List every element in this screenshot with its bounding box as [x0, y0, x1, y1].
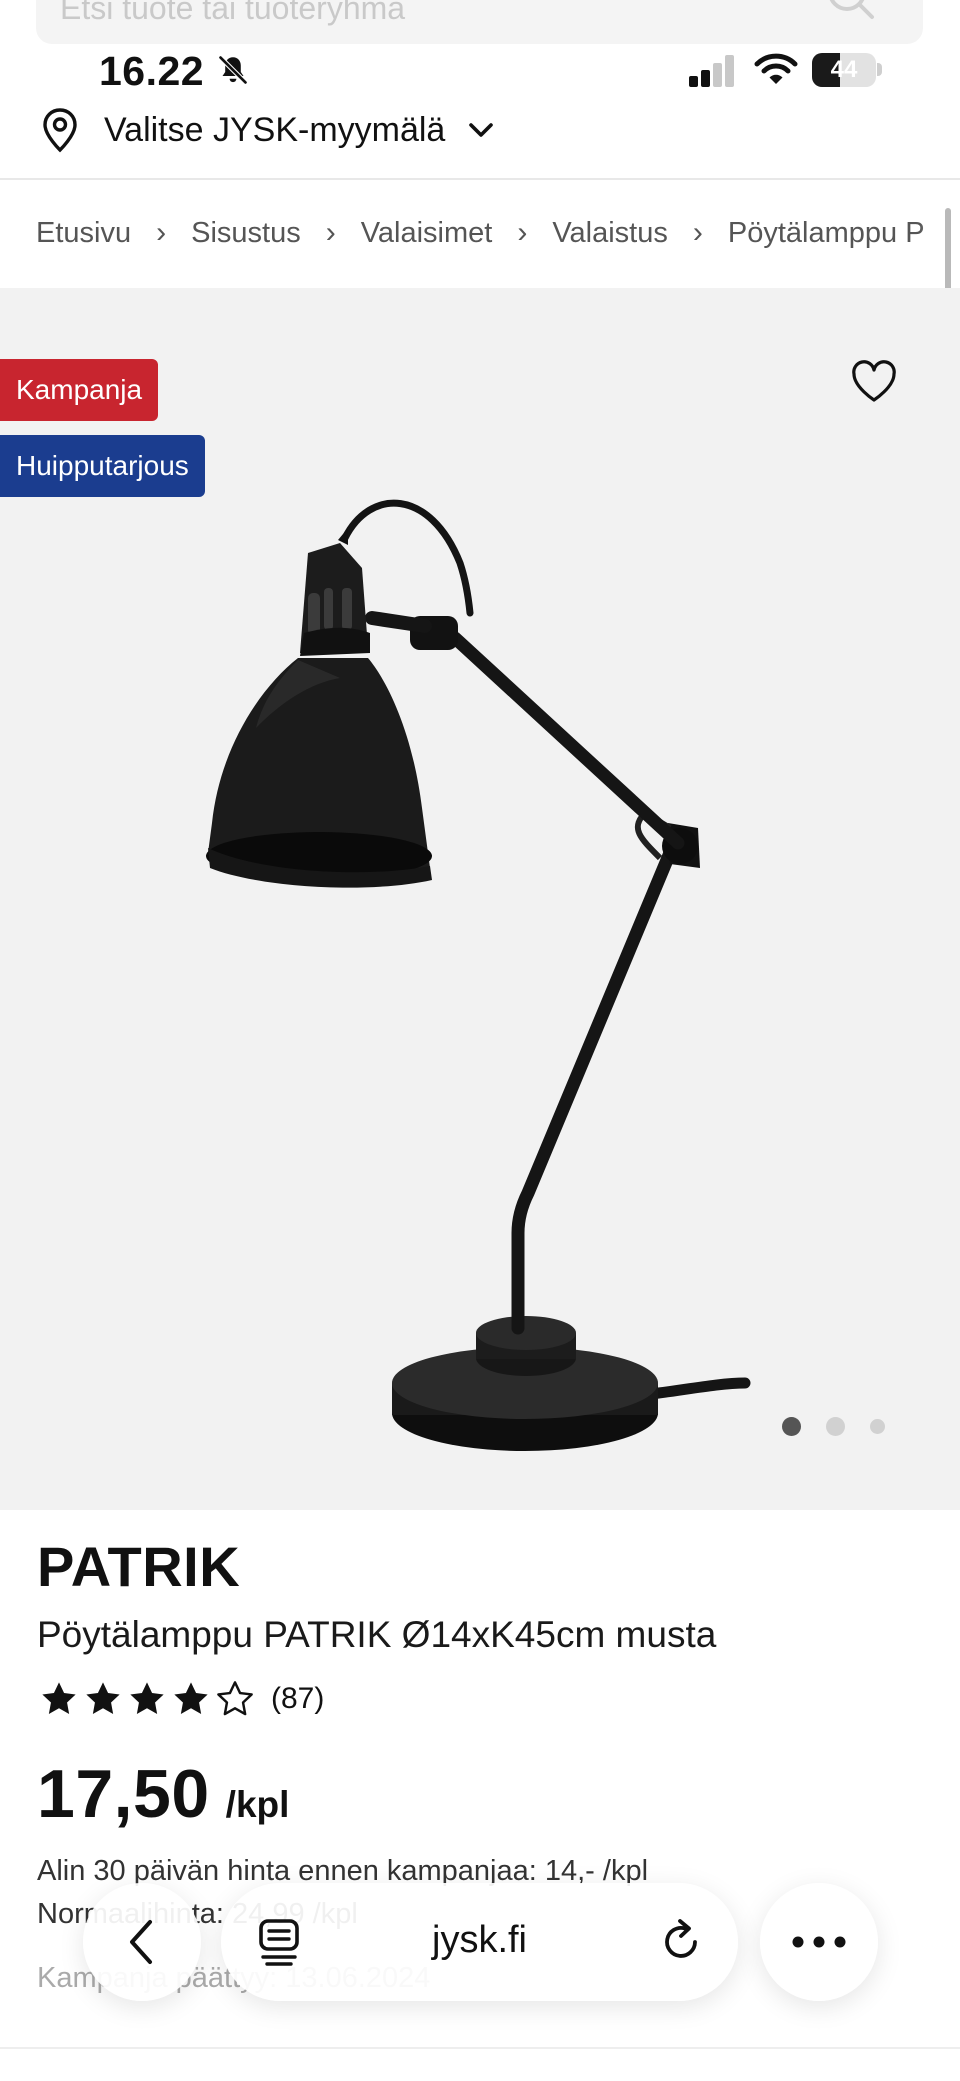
- breadcrumb-item-valaistus[interactable]: Valaistus: [552, 217, 668, 250]
- chevron-right-icon: ›: [517, 216, 528, 249]
- star-icon: [174, 1682, 208, 1715]
- address-bar[interactable]: jysk.fi: [221, 1883, 738, 2001]
- battery-tip: [877, 63, 882, 76]
- breadcrumb-item-sisustus[interactable]: Sisustus: [191, 217, 301, 250]
- gallery-dot[interactable]: [870, 1419, 885, 1434]
- gallery-dot[interactable]: [826, 1417, 845, 1436]
- more-options-icon: [792, 1936, 846, 1948]
- price-value: 17,50: [37, 1756, 210, 1832]
- product-gallery[interactable]: Kampanja Huipputarjous: [0, 288, 960, 1510]
- store-selector[interactable]: Valitse JYSK-myymälä: [40, 106, 497, 154]
- price: 17,50 /kpl: [37, 1755, 289, 1833]
- battery-level: 44: [830, 56, 858, 83]
- breadcrumb-fade: [920, 180, 960, 288]
- product-rating[interactable]: (87): [37, 1678, 324, 1720]
- star-outline-icon: [217, 1681, 253, 1716]
- top-deal-badge: Huipputarjous: [0, 435, 205, 497]
- back-button[interactable]: [83, 1883, 201, 2001]
- heart-icon[interactable]: [850, 360, 898, 404]
- price-unit: /kpl: [225, 1784, 290, 1825]
- product-image-lamp: [206, 499, 751, 1451]
- wifi-icon: [754, 53, 798, 84]
- product-title: Pöytälamppu PATRIK Ø14xK45cm musta: [37, 1614, 717, 1655]
- star-icon: [130, 1682, 164, 1715]
- status-time: 16.22: [99, 48, 205, 94]
- chevron-left-icon: [130, 1920, 152, 1964]
- star-icon: [42, 1682, 76, 1715]
- breadcrumb: Etusivu › Sisustus › Valaisimet › Valais…: [0, 180, 960, 288]
- star-icon: [86, 1682, 120, 1715]
- store-selector-label: Valitse JYSK-myymälä: [104, 110, 446, 149]
- breadcrumb-item-current[interactable]: Pöytälamppu P: [728, 217, 925, 250]
- product-brand: PATRIK: [37, 1535, 241, 1598]
- review-count: (87): [271, 1682, 325, 1715]
- more-button[interactable]: [760, 1883, 878, 2001]
- chevron-right-icon: ›: [325, 216, 336, 249]
- chevron-down-icon: [469, 123, 494, 137]
- search-placeholder: Etsi tuote tai tuoteryhmä: [60, 0, 406, 26]
- reload-icon[interactable]: [658, 1916, 706, 1966]
- location-pin-icon: [43, 108, 77, 153]
- campaign-badge: Kampanja: [0, 359, 159, 421]
- cellular-signal-icon: [689, 55, 734, 87]
- chevron-right-icon: ›: [156, 216, 167, 249]
- search-bar[interactable]: Etsi tuote tai tuoteryhmä: [36, 0, 923, 44]
- search-icon[interactable]: [825, 0, 877, 22]
- breadcrumb-item-etusivu[interactable]: Etusivu: [36, 217, 131, 250]
- page-bottom-divider: [0, 2047, 960, 2049]
- battery-indicator: 44: [812, 53, 876, 87]
- breadcrumb-item-valaisimet[interactable]: Valaisimet: [361, 217, 493, 250]
- chevron-right-icon: ›: [692, 216, 703, 249]
- gallery-dot-active[interactable]: [782, 1417, 801, 1436]
- silent-mode-icon: [218, 55, 248, 85]
- gallery-pagination: [782, 1417, 885, 1436]
